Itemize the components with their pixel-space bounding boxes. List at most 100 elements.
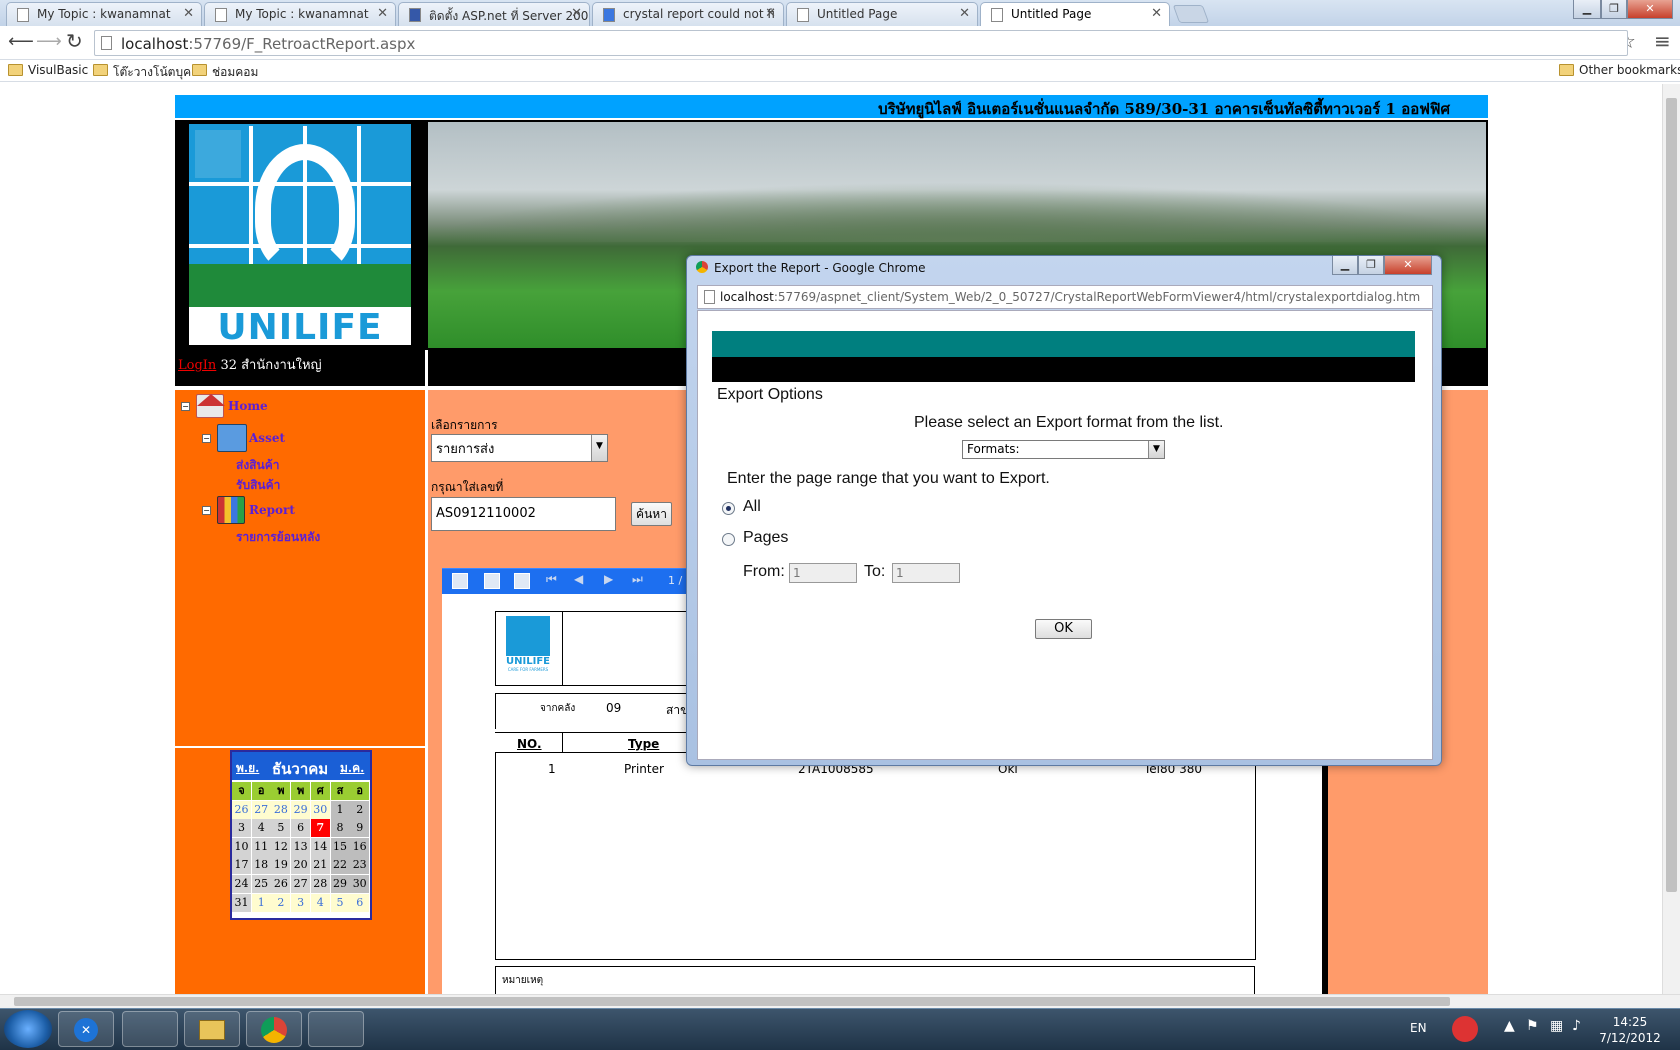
doc-number-input[interactable]: AS0912110002: [431, 497, 616, 531]
tree-item-retroactive[interactable]: รายการย้อนหลัง: [236, 528, 320, 547]
chevron-down-icon[interactable]: ▼: [1148, 441, 1164, 458]
maximize-button[interactable]: ❐: [1601, 0, 1627, 19]
calendar-day[interactable]: 1: [251, 893, 271, 912]
calendar-day[interactable]: 28: [271, 800, 291, 819]
bookmark-computer-repair[interactable]: ช่อมคอม: [192, 63, 258, 82]
vertical-scrollbar[interactable]: [1662, 84, 1680, 994]
bookmark-other[interactable]: Other bookmarks: [1559, 63, 1680, 77]
calendar-day[interactable]: 16: [350, 837, 370, 856]
calendar-day[interactable]: 10: [232, 837, 251, 856]
tree-item-home[interactable]: Home: [228, 399, 268, 413]
calendar-day[interactable]: 5: [271, 819, 291, 838]
tree-item-asset[interactable]: Asset: [249, 431, 285, 445]
forward-icon[interactable]: ⟶: [36, 31, 62, 52]
radio-pages[interactable]: [722, 533, 735, 546]
tab-3[interactable]: ติดตั้ง ASP.net ที่ Server 200 ✕: [398, 2, 590, 26]
calendar-day[interactable]: 29: [330, 875, 350, 893]
calendar-day[interactable]: 22: [330, 856, 350, 875]
formats-select[interactable]: Formats: ▼: [962, 440, 1165, 459]
taskbar-app-explorer[interactable]: [184, 1011, 240, 1047]
calendar-day[interactable]: 23: [350, 856, 370, 875]
taskbar-app-other[interactable]: [308, 1011, 364, 1047]
calendar-day[interactable]: 25: [251, 875, 271, 893]
collapse-icon[interactable]: −: [202, 506, 211, 515]
calendar-day[interactable]: 6: [291, 819, 311, 838]
calendar-day[interactable]: 11: [251, 837, 271, 856]
report-type-select[interactable]: รายการส่ง ▼: [431, 434, 608, 462]
calendar-day[interactable]: 9: [350, 819, 370, 838]
tab-1[interactable]: My Topic : kwanamnat ✕: [6, 2, 202, 26]
start-button[interactable]: [4, 1010, 52, 1048]
print-icon[interactable]: [484, 573, 500, 589]
radio-all[interactable]: [722, 502, 735, 515]
taskbar-app-x[interactable]: ✕: [58, 1011, 114, 1047]
collapse-icon[interactable]: −: [202, 434, 211, 443]
calendar-day[interactable]: 7: [310, 819, 330, 838]
calendar-day[interactable]: 29: [291, 800, 311, 819]
minimize-button[interactable]: ▁: [1573, 0, 1601, 19]
group-tree-icon[interactable]: [514, 573, 530, 589]
calendar-day[interactable]: 12: [271, 837, 291, 856]
calendar-day[interactable]: 28: [310, 875, 330, 893]
dialog-maximize-button[interactable]: ❐: [1358, 256, 1384, 275]
tab-4[interactable]: crystal report could not fi ✕: [592, 2, 784, 26]
tree-item-receive-goods[interactable]: รับสินค้า: [236, 476, 280, 495]
calendar-day[interactable]: 21: [310, 856, 330, 875]
language-indicator[interactable]: EN: [1410, 1021, 1427, 1035]
tab-6-active[interactable]: Untitled Page ✕: [980, 2, 1170, 26]
calendar-day[interactable]: 4: [310, 893, 330, 912]
calendar-day[interactable]: 5: [330, 893, 350, 912]
calendar-day[interactable]: 30: [350, 875, 370, 893]
network-icon[interactable]: ▦: [1550, 1018, 1563, 1034]
tab-5[interactable]: Untitled Page ✕: [786, 2, 978, 26]
prev-page-icon[interactable]: ◀: [574, 572, 583, 586]
next-page-icon[interactable]: ▶: [604, 572, 613, 586]
calendar-day[interactable]: 26: [271, 875, 291, 893]
close-icon[interactable]: ✕: [765, 6, 776, 21]
calendar-day[interactable]: 30: [310, 800, 330, 819]
from-page-input[interactable]: 1: [789, 563, 857, 583]
dialog-minimize-button[interactable]: ▁: [1332, 256, 1358, 275]
close-window-button[interactable]: ✕: [1627, 0, 1673, 19]
notification-app-icon[interactable]: [1452, 1016, 1478, 1042]
close-icon[interactable]: ✕: [183, 6, 194, 21]
flag-icon[interactable]: ⚑: [1526, 1018, 1539, 1034]
new-tab-button[interactable]: [1172, 5, 1210, 23]
calendar-day[interactable]: 3: [232, 819, 251, 838]
calendar-day[interactable]: 17: [232, 856, 251, 875]
export-icon[interactable]: [452, 573, 468, 589]
calendar-day[interactable]: 14: [310, 837, 330, 856]
search-button[interactable]: ค้นหา: [631, 502, 672, 526]
first-page-icon[interactable]: ⏮: [546, 572, 557, 587]
chevron-down-icon[interactable]: ▼: [591, 435, 607, 461]
calendar-day[interactable]: 24: [232, 875, 251, 893]
calendar-day[interactable]: 3: [291, 893, 311, 912]
show-hidden-icons[interactable]: ▲: [1504, 1018, 1515, 1034]
to-page-input[interactable]: 1: [892, 563, 960, 583]
scroll-thumb[interactable]: [1666, 98, 1677, 892]
menu-icon[interactable]: ≡: [1654, 29, 1671, 53]
scroll-thumb[interactable]: [14, 997, 1450, 1006]
calendar-day[interactable]: 1: [330, 800, 350, 819]
address-bar[interactable]: localhost:57769/F_RetroactReport.aspx: [94, 30, 1628, 56]
collapse-icon[interactable]: −: [181, 402, 190, 411]
dialog-close-button[interactable]: ✕: [1384, 256, 1432, 275]
calendar-day[interactable]: 26: [232, 800, 251, 819]
tree-item-report[interactable]: Report: [249, 503, 295, 517]
horizontal-scrollbar[interactable]: [0, 994, 1680, 1008]
calendar-day[interactable]: 19: [271, 856, 291, 875]
calendar-day[interactable]: 20: [291, 856, 311, 875]
system-clock[interactable]: 14:25 7/12/2012: [1594, 1014, 1666, 1046]
calendar-day[interactable]: 8: [330, 819, 350, 838]
last-page-icon[interactable]: ⏭: [632, 572, 643, 587]
calendar-day[interactable]: 4: [251, 819, 271, 838]
next-month-link[interactable]: ม.ค.: [340, 759, 364, 778]
close-icon[interactable]: ✕: [571, 6, 582, 21]
calendar-day[interactable]: 31: [232, 893, 251, 912]
calendar-day[interactable]: 13: [291, 837, 311, 856]
prev-month-link[interactable]: พ.ย.: [236, 759, 259, 778]
bookmark-visulbasic[interactable]: VisulBasic: [8, 63, 88, 77]
calendar-day[interactable]: 2: [271, 893, 291, 912]
login-link[interactable]: LogIn: [178, 358, 216, 373]
calendar-day[interactable]: 27: [251, 800, 271, 819]
